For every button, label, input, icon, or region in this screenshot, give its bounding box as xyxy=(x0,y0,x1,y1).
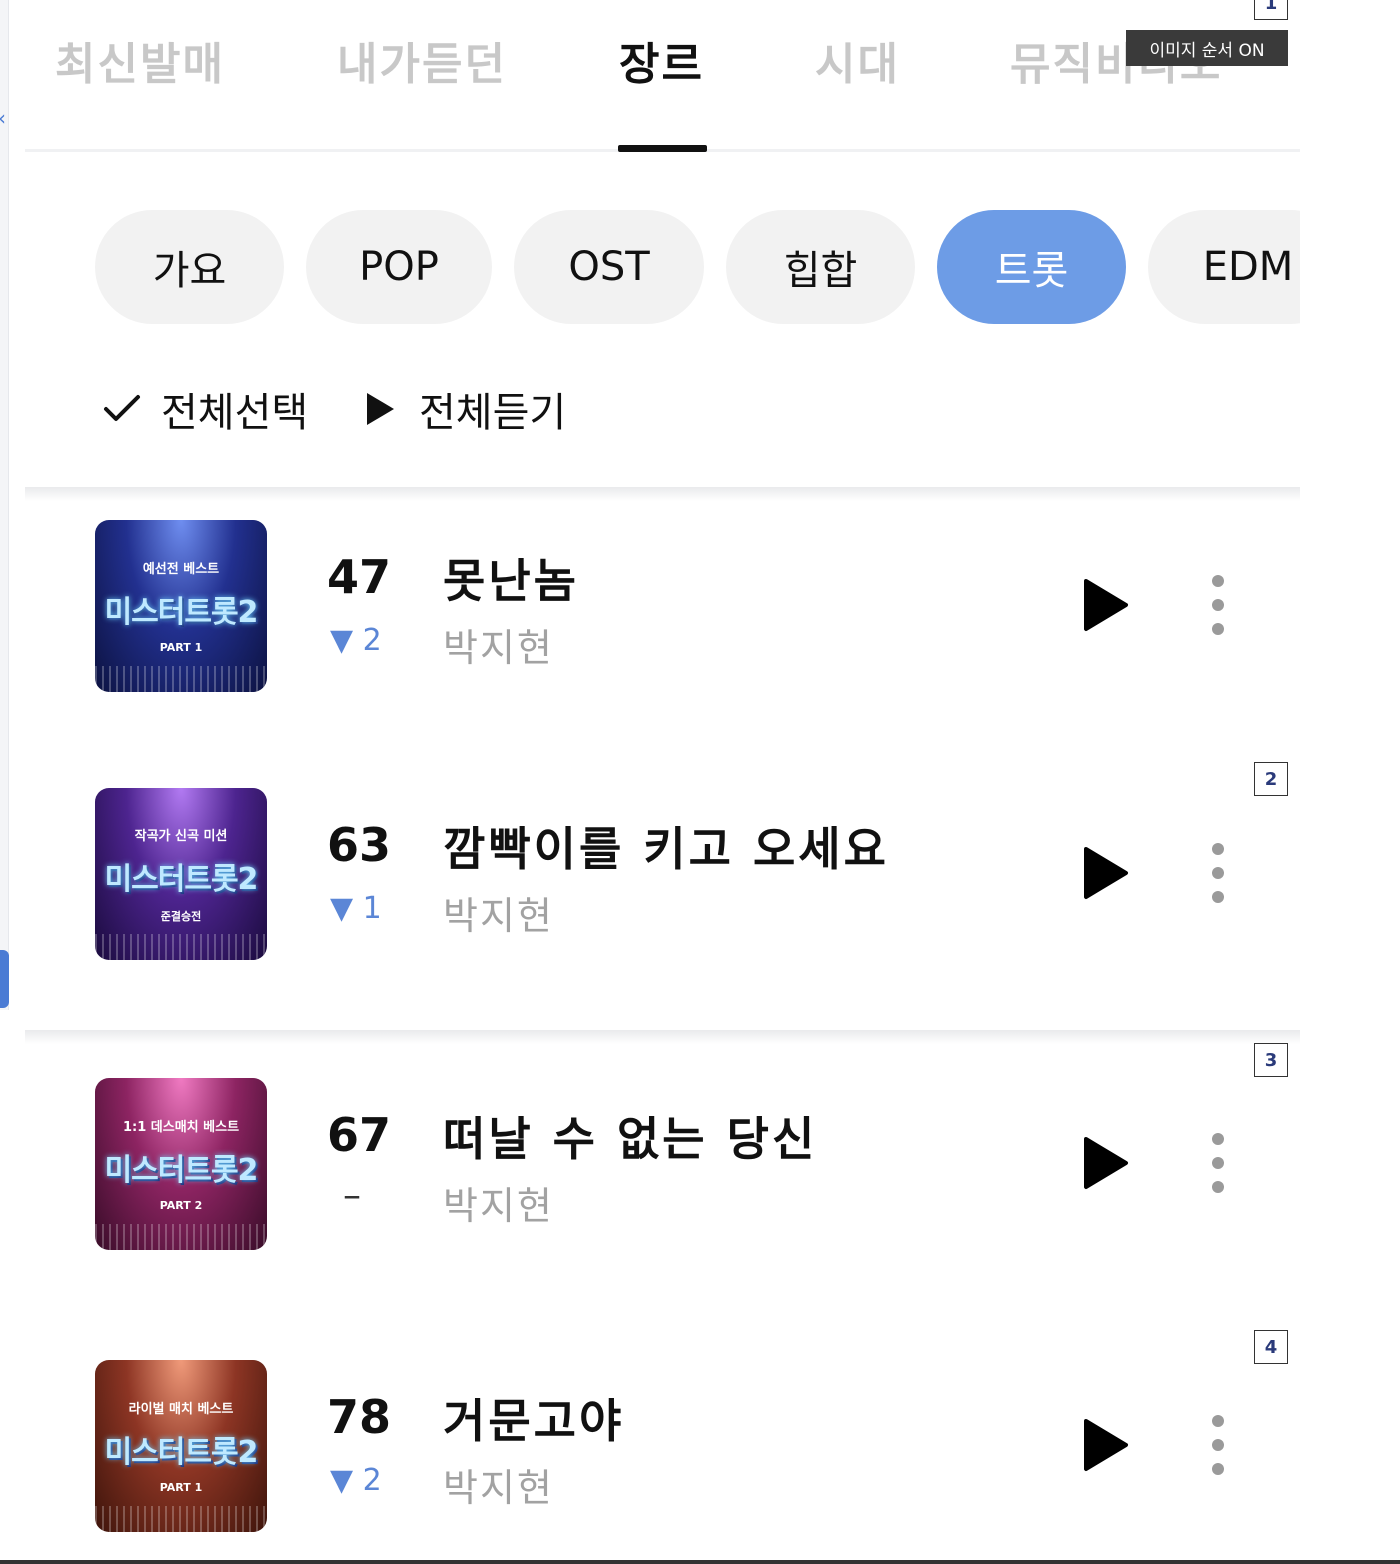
check-icon xyxy=(103,394,141,424)
page-marker: 2 xyxy=(1254,762,1288,796)
genre-pill-trot[interactable]: 트롯 xyxy=(937,210,1126,324)
category-tabs: 최신발매 내가듣던 장르 시대 뮤직비디오 xyxy=(25,0,1300,152)
track-title[interactable]: 거문고야 xyxy=(443,1385,624,1451)
track-artist[interactable]: 박지현 xyxy=(443,1175,554,1230)
genre-pill-kpop[interactable]: 가요 xyxy=(95,210,284,324)
album-cover[interactable]: 작곡가 신곡 미션 미스터트롯2 준결승전 xyxy=(95,788,267,960)
play-icon xyxy=(1084,1419,1128,1471)
play-button[interactable] xyxy=(1083,1418,1129,1472)
tab-genre[interactable]: 장르 xyxy=(619,28,704,92)
tab-latest[interactable]: 최신발매 xyxy=(55,28,225,92)
rank-number: 47 xyxy=(327,550,392,604)
left-edge-panel xyxy=(0,0,9,1010)
play-all-label: 전체듣기 xyxy=(419,390,567,436)
genre-pill-pop[interactable]: POP xyxy=(306,210,492,324)
rank-change: – xyxy=(343,1175,361,1216)
cover-stage-lights xyxy=(95,1224,267,1250)
side-handle[interactable] xyxy=(0,950,9,1008)
track-title[interactable]: 못난놈 xyxy=(443,545,579,611)
play-icon xyxy=(1084,847,1128,899)
more-dot xyxy=(1212,1157,1224,1169)
track-row[interactable]: 예선전 베스트 미스터트롯2 PART 1 47 ▼ 2 못난놈 박지현 xyxy=(25,505,1300,775)
track-artist[interactable]: 박지현 xyxy=(443,617,554,672)
genre-filter: 가요 POP OST 힙합 트롯 EDM xyxy=(95,210,1300,324)
more-dot xyxy=(1212,623,1224,635)
cover-subtitle: PART 1 xyxy=(159,641,203,654)
rank-number: 63 xyxy=(327,818,392,872)
play-icon xyxy=(365,392,395,426)
more-options-button[interactable] xyxy=(1208,1415,1228,1475)
track-title[interactable]: 깜빡이를 키고 오세요 xyxy=(443,813,889,879)
play-icon xyxy=(1084,579,1128,631)
genre-pill-hiphop[interactable]: 힙합 xyxy=(726,210,915,324)
cover-caption: 라이벌 매치 베스트 xyxy=(128,1402,234,1417)
cover-logo: 미스터트롯2 xyxy=(104,595,259,630)
album-cover[interactable]: 예선전 베스트 미스터트롯2 PART 1 xyxy=(95,520,267,692)
cover-caption: 예선전 베스트 xyxy=(142,562,220,577)
more-dot xyxy=(1212,867,1224,879)
chevron-left-icon[interactable]: ‹ xyxy=(0,108,6,128)
section-divider xyxy=(25,1030,1300,1044)
rank-change: ▼ 2 xyxy=(330,623,382,658)
select-all-label: 전체선택 xyxy=(161,390,309,436)
page-marker: 1 xyxy=(1254,0,1288,20)
page-marker: 3 xyxy=(1254,1043,1288,1077)
cover-stage-lights xyxy=(95,666,267,692)
cover-subtitle: 준결승전 xyxy=(160,909,202,923)
cover-caption: 1:1 데스매치 베스트 xyxy=(122,1120,240,1135)
play-button[interactable] xyxy=(1083,1136,1129,1190)
play-button[interactable] xyxy=(1083,578,1129,632)
tab-era[interactable]: 시대 xyxy=(815,28,900,92)
more-options-button[interactable] xyxy=(1208,575,1228,635)
cover-caption: 작곡가 신곡 미션 xyxy=(134,828,228,844)
page-marker: 4 xyxy=(1254,1330,1288,1364)
cover-stage-lights xyxy=(95,934,267,960)
more-vertical-icon xyxy=(1212,843,1224,855)
play-button[interactable] xyxy=(1083,846,1129,900)
more-options-button[interactable] xyxy=(1208,843,1228,903)
section-divider xyxy=(25,487,1300,501)
cover-subtitle: PART 1 xyxy=(159,1481,203,1494)
cover-logo: 미스터트롯2 xyxy=(104,1153,259,1188)
more-vertical-icon xyxy=(1212,575,1224,587)
bottom-border xyxy=(0,1560,1400,1564)
cover-subtitle: PART 2 xyxy=(159,1199,203,1212)
more-vertical-icon xyxy=(1212,1415,1224,1427)
album-cover[interactable]: 1:1 데스매치 베스트 미스터트롯2 PART 2 xyxy=(95,1078,267,1250)
rank-change: ▼ 1 xyxy=(330,891,382,926)
active-tab-indicator xyxy=(618,145,707,152)
rank-number: 67 xyxy=(327,1108,392,1162)
tab-history[interactable]: 내가듣던 xyxy=(337,28,507,92)
more-dot xyxy=(1212,1181,1224,1193)
genre-pill-edm[interactable]: EDM xyxy=(1148,210,1300,324)
select-all-button[interactable]: 전체선택 xyxy=(103,380,308,438)
image-order-badge[interactable]: 이미지 순서 ON xyxy=(1126,30,1288,66)
play-all-button[interactable]: 전체듣기 xyxy=(365,380,566,438)
rank-number: 78 xyxy=(327,1390,392,1444)
album-cover[interactable]: 라이벌 매치 베스트 미스터트롯2 PART 1 xyxy=(95,1360,267,1532)
cover-stage-lights xyxy=(95,1506,267,1532)
track-artist[interactable]: 박지현 xyxy=(443,885,554,940)
more-vertical-icon xyxy=(1212,1133,1224,1145)
rank-change: ▼ 2 xyxy=(330,1463,382,1498)
chart-frame: 최신발매 내가듣던 장르 시대 뮤직비디오 가요 POP OST 힙합 트롯 E… xyxy=(25,0,1300,1560)
cover-logo: 미스터트롯2 xyxy=(104,861,259,897)
play-icon xyxy=(1084,1137,1128,1189)
more-dot xyxy=(1212,599,1224,611)
track-row[interactable]: 1:1 데스매치 베스트 미스터트롯2 PART 2 67 – 떠날 수 없는 … xyxy=(25,1063,1300,1333)
cover-logo: 미스터트롯2 xyxy=(104,1435,259,1470)
more-options-button[interactable] xyxy=(1208,1133,1228,1193)
track-row[interactable]: 작곡가 신곡 미션 미스터트롯2 준결승전 63 ▼ 1 깜빡이를 키고 오세요… xyxy=(25,773,1300,1043)
track-row[interactable]: 라이벌 매치 베스트 미스터트롯2 PART 1 78 ▼ 2 거문고야 박지현 xyxy=(25,1345,1300,1564)
more-dot xyxy=(1212,891,1224,903)
more-dot xyxy=(1212,1439,1224,1451)
track-title[interactable]: 떠날 수 없는 당신 xyxy=(443,1103,817,1169)
track-artist[interactable]: 박지현 xyxy=(443,1457,554,1512)
more-dot xyxy=(1212,1463,1224,1475)
genre-pill-ost[interactable]: OST xyxy=(514,210,704,324)
